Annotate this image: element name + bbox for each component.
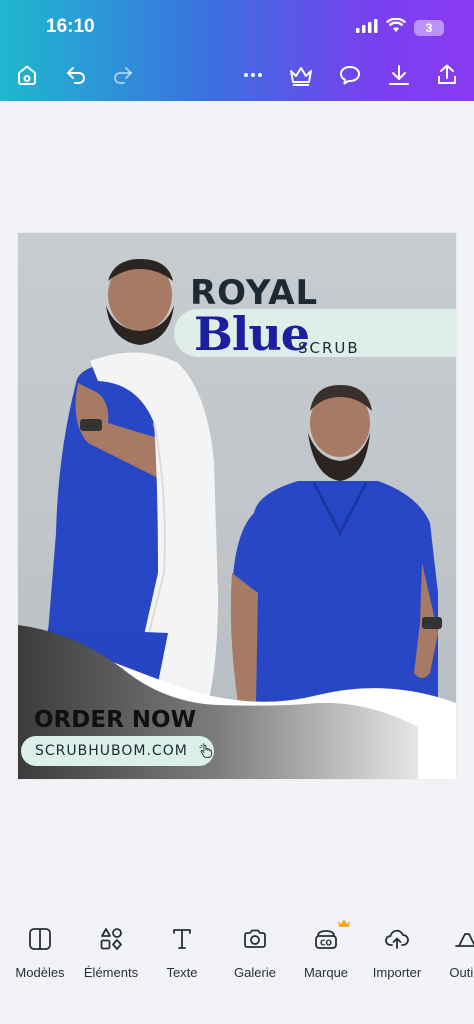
more-icon (244, 73, 262, 77)
tab-label: Texte (166, 965, 198, 980)
url-badge[interactable]: SCRUBHUBOM.COM (21, 736, 214, 766)
signal-icon (356, 18, 378, 38)
download-icon (389, 65, 409, 85)
download-button[interactable] (384, 60, 414, 90)
layout-icon (29, 928, 51, 950)
top-header: 16:10 3 (0, 0, 474, 101)
battery-indicator: 3 (414, 20, 444, 36)
brand-icon: CO (315, 930, 337, 949)
home-icon (18, 65, 36, 85)
pointer-click-icon (199, 743, 212, 758)
status-time: 16:10 (46, 16, 95, 37)
tab-outils[interactable]: Outils (436, 920, 474, 980)
home-button[interactable] (12, 60, 42, 90)
undo-button[interactable] (61, 60, 91, 90)
pro-button[interactable] (286, 60, 316, 90)
undo-icon (67, 67, 85, 84)
redo-icon (114, 67, 132, 84)
tab-galerie[interactable]: Galerie (218, 920, 292, 980)
share-button[interactable] (432, 60, 462, 90)
tab-label: Importer (372, 965, 422, 980)
share-icon (438, 64, 456, 84)
tab-label: Galerie (234, 965, 276, 980)
tab-label: Éléments (83, 965, 139, 980)
tab-marque[interactable]: CO Marque (289, 919, 363, 980)
elements-icon (100, 928, 122, 950)
tab-elements[interactable]: Éléments (74, 920, 148, 980)
design-canvas[interactable]: ROYAL Blue SCRUB ORDER NOW SCRUBHUBOM.CO… (18, 233, 456, 779)
tools-icon (455, 933, 474, 947)
camera-icon (244, 929, 266, 948)
order-now-text[interactable]: ORDER NOW (34, 707, 196, 733)
tab-label: Marque (303, 965, 349, 980)
tab-texte[interactable]: Texte (145, 920, 219, 980)
title-scrub[interactable]: SCRUB (298, 339, 360, 357)
svg-text:CO: CO (320, 939, 332, 948)
editor-toolbar (0, 60, 474, 90)
crown-icon (290, 67, 312, 86)
tab-label: Outils (449, 965, 474, 980)
redo-button[interactable] (108, 60, 138, 90)
status-bar: 16:10 3 (0, 14, 474, 38)
tab-modeles[interactable]: Modèles (3, 920, 77, 980)
url-text: SCRUBHUBOM.COM (35, 743, 188, 759)
more-button[interactable] (238, 60, 268, 90)
tab-label: Modèles (15, 965, 65, 980)
pro-crown-icon (338, 919, 350, 927)
wifi-icon (385, 17, 407, 38)
tab-importer[interactable]: Importer (360, 920, 434, 980)
status-indicators: 3 (356, 17, 444, 38)
upload-icon (385, 929, 409, 949)
text-icon (173, 929, 191, 949)
bottom-toolbar: Modèles Éléments Texte Galerie CO Marque… (0, 919, 474, 990)
title-blue[interactable]: Blue (194, 307, 310, 361)
comment-icon (340, 66, 360, 85)
comment-button[interactable] (335, 60, 365, 90)
